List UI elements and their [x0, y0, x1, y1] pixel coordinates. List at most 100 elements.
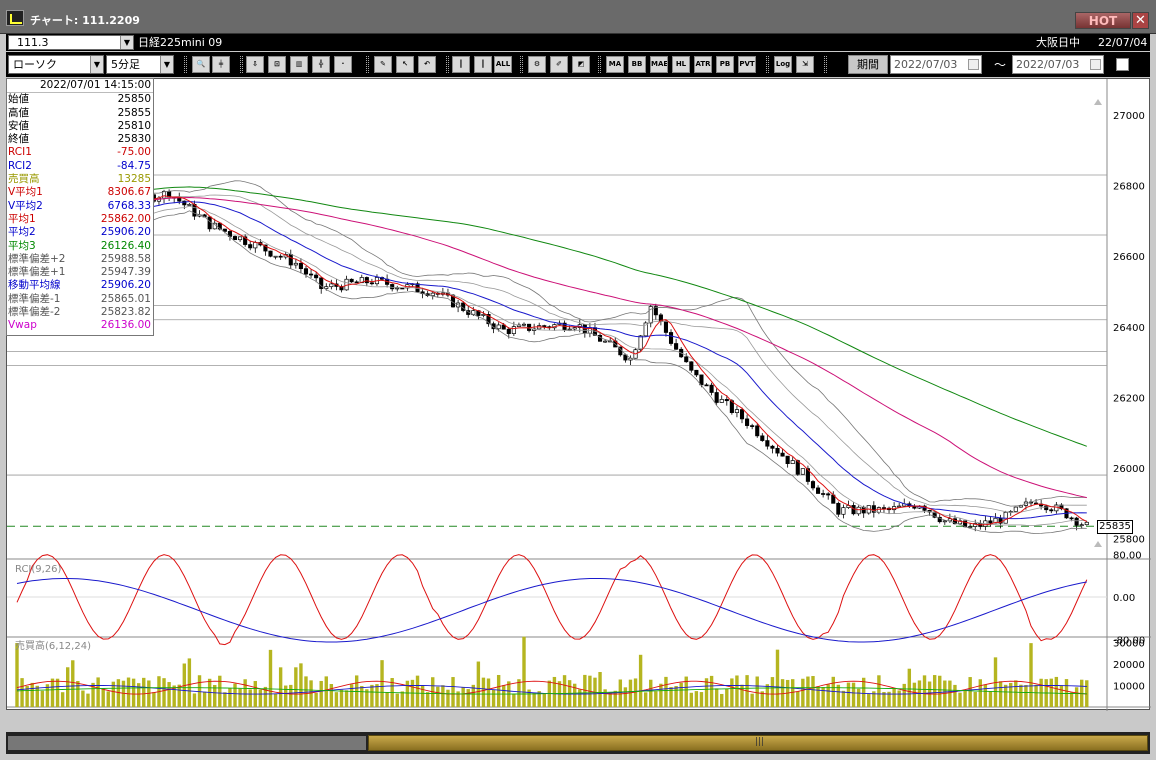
toolbar-separator [824, 56, 827, 73]
candle-b-icon[interactable]: ┃ [474, 56, 492, 73]
close-button[interactable]: ✕ [1132, 12, 1149, 29]
candle-body [739, 409, 745, 420]
volume-bar [167, 682, 171, 707]
mae-icon[interactable]: MAE [650, 56, 668, 73]
candle-body [278, 255, 283, 258]
pencil-icon[interactable]: ✎ [374, 56, 392, 73]
brush-icon[interactable]: ✐ [550, 56, 568, 73]
volume-bar [319, 680, 323, 707]
gear-icon[interactable]: ⚙ [528, 56, 546, 73]
calendar-icon[interactable] [968, 59, 979, 70]
info-value: 25906.20 [100, 279, 151, 292]
volume-bar [30, 682, 34, 707]
volume-bar [998, 681, 1003, 707]
volume-bar [801, 678, 805, 707]
chart-canvas[interactable]: 27000 26800 26600 26400 26200 26000 25800 RCI(9… [7, 79, 1151, 711]
volume-bar [400, 691, 405, 707]
volume-bar [583, 674, 587, 707]
chevron-down-icon[interactable]: ▼ [120, 36, 133, 49]
volume-bar [86, 693, 90, 707]
info-label: 平均2 [8, 226, 36, 239]
volume-bar [349, 684, 354, 707]
candle-body [567, 328, 572, 331]
date-from-input[interactable]: 2022/07/03 [890, 55, 982, 74]
volume-bar [679, 682, 683, 707]
candle-body [724, 399, 729, 402]
all-icon[interactable]: ALL [494, 56, 512, 73]
volume-bar [811, 676, 815, 707]
candle-body [364, 277, 369, 284]
candle-body [689, 361, 694, 371]
candle-body [856, 506, 861, 515]
cursor-down-icon[interactable]: ⇩ [246, 56, 264, 73]
volume-bar [856, 688, 861, 707]
date-to-input[interactable]: 2022/07/03 [1012, 55, 1104, 74]
volume-bar [218, 675, 222, 707]
chevron-down-icon[interactable]: ▼ [160, 56, 173, 73]
candle-body [1013, 506, 1018, 512]
candle-body [390, 284, 395, 290]
option-checkbox[interactable] [1116, 58, 1129, 71]
palette-icon[interactable]: ◩ [572, 56, 590, 73]
candle-body [897, 505, 902, 508]
hot-button[interactable]: HOT [1075, 12, 1131, 29]
volume-bar [15, 643, 19, 707]
volume-bar [40, 690, 45, 707]
volume-bar [1034, 684, 1038, 707]
export-icon[interactable]: ⇲ [796, 56, 814, 73]
candle-body [775, 447, 780, 454]
scroll-up-marker [1094, 541, 1102, 547]
blank-icon[interactable]: · [334, 56, 352, 73]
volume-bar [598, 672, 602, 707]
period-button[interactable]: 期間 [848, 55, 888, 74]
bollinger-upper1 [17, 194, 1087, 513]
candle-body [1074, 517, 1079, 526]
pointer-icon[interactable]: ↖ [396, 56, 414, 73]
info-row: RCI1 -75.00 [7, 146, 153, 159]
calendar-icon[interactable] [1090, 59, 1101, 70]
bb-icon[interactable]: BB [628, 56, 646, 73]
candle-body [303, 268, 309, 275]
atr-icon[interactable]: ATR [694, 56, 712, 73]
candle-body [765, 440, 770, 447]
candle-body [881, 507, 887, 509]
volume-bar [912, 682, 917, 707]
instrument-name: 日経225mini 09 [138, 36, 223, 49]
volume-bar [202, 691, 207, 707]
undo-icon[interactable]: ↶ [418, 56, 436, 73]
symbol-select[interactable]: 111.3 ▼ [8, 35, 134, 50]
log-icon[interactable]: Log [774, 56, 792, 73]
toolbar-separator [240, 56, 243, 73]
chart-type-select[interactable]: ローソク ▼ [8, 55, 104, 74]
bar-grid-icon[interactable]: ▥ [290, 56, 308, 73]
chart-area[interactable]: 27000 26800 26600 26400 26200 26000 25800 RCI(9… [6, 78, 1151, 711]
info-row: V平均2 6768.33 [7, 200, 153, 213]
volume-bar [370, 684, 374, 707]
volume-bar [522, 636, 526, 707]
info-panel: 2022/07/01 14:15:00 始値 25850 高値 25855 安値 2581… [6, 78, 154, 336]
scroll-track[interactable] [8, 736, 366, 750]
split-icon[interactable]: ╬ [312, 56, 330, 73]
chevron-down-icon[interactable]: ▼ [90, 56, 103, 73]
candle-body [841, 507, 846, 515]
hl-icon[interactable]: HL [672, 56, 690, 73]
scroll-thumb[interactable]: ||| [368, 735, 1148, 751]
candle-a-icon[interactable]: ┃ [452, 56, 470, 73]
bollinger-lower2 [16, 210, 1087, 535]
volume-bar [294, 667, 298, 707]
interval-select[interactable]: 5分足 ▼ [106, 55, 174, 74]
symbol-bar: 111.3 ▼ 日経225mini 09 大阪日中 22/07/04 [6, 34, 1150, 51]
volume-bar [395, 693, 399, 707]
zoom-box-icon[interactable]: ⊡ [268, 56, 286, 73]
pvt-icon[interactable]: PVT [738, 56, 756, 73]
time-scrollbar[interactable]: ||| [6, 732, 1150, 754]
zoom-icon[interactable]: 🔍 [192, 56, 210, 73]
candle-body [268, 250, 273, 257]
volume-bar [496, 674, 501, 707]
volume-bar [532, 692, 536, 707]
pb-icon[interactable]: PB [716, 56, 734, 73]
volume-bar [66, 667, 70, 707]
info-label: 標準偏差-2 [8, 306, 61, 319]
ma-icon[interactable]: MA [606, 56, 624, 73]
crosshair-icon[interactable]: ╪ [212, 56, 230, 73]
